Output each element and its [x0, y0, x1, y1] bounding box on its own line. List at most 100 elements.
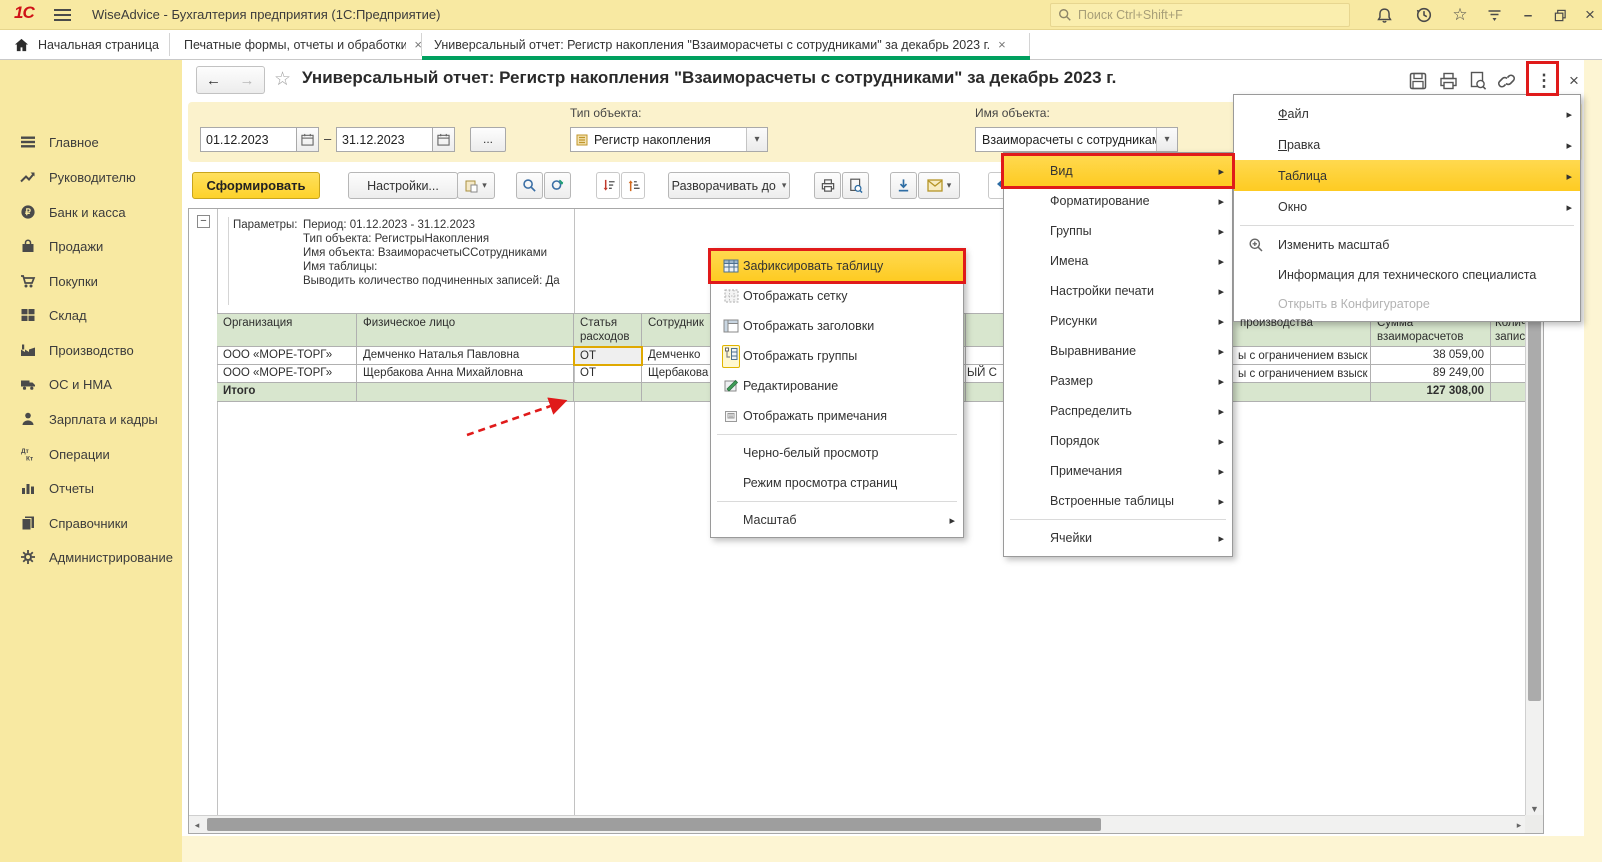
print-preview-icon[interactable]	[1466, 70, 1490, 92]
sidebar-item-salary[interactable]: Зарплата и кадры	[0, 404, 182, 434]
menu-item-show-notes[interactable]: Отображать примечания	[711, 401, 963, 431]
menu-item-show-groups[interactable]: Отображать группы	[711, 341, 963, 371]
menu-item-embedded-tables[interactable]: Встроенные таблицы	[1004, 486, 1232, 516]
more-menu-icon[interactable]	[1532, 70, 1556, 92]
generate-button[interactable]: Сформировать	[192, 172, 320, 199]
horizontal-scrollbar[interactable]: ◂ ▸	[189, 815, 1527, 833]
history-clock-icon[interactable]	[1412, 5, 1436, 25]
menu-item-file[interactable]: Файл	[1234, 98, 1580, 129]
menu-item-tech-info[interactable]: Информация для технического специалиста	[1234, 260, 1580, 289]
find-button[interactable]	[516, 172, 543, 199]
restore-button[interactable]	[1548, 5, 1572, 25]
horizontal-scroll-thumb[interactable]	[207, 818, 1101, 831]
menu-item-show-headers[interactable]: Отображать заголовки	[711, 311, 963, 341]
menu-item-view[interactable]: Вид	[1001, 153, 1235, 189]
settings-button[interactable]: Настройки...	[348, 172, 458, 199]
expand-to-combo[interactable]: Разворачивать до ▾	[668, 172, 790, 199]
scroll-down-icon[interactable]: ▼	[1526, 804, 1543, 814]
send-mail-button[interactable]: ▾	[918, 172, 960, 199]
menu-item-names[interactable]: Имена	[1004, 246, 1232, 276]
object-name-combo[interactable]: Взаиморасчеты с сотрудниками	[975, 127, 1178, 152]
date-from-input[interactable]	[200, 127, 296, 152]
menu-item-distribute[interactable]: Распределить	[1004, 396, 1232, 426]
sidebar-item-fixed-assets[interactable]: ОС и НМА	[0, 369, 182, 399]
menu-item-notes[interactable]: Примечания	[1004, 456, 1232, 486]
cell-hidden-fragment[interactable]: ЫЙ С	[966, 365, 1006, 383]
cell-sum[interactable]: 89 249,00	[1371, 365, 1491, 383]
cell-count[interactable]	[1491, 365, 1527, 383]
menu-item-freeze-table[interactable]: Зафиксировать таблицу	[708, 248, 966, 284]
menu-item-formatting[interactable]: Форматирование	[1004, 186, 1232, 216]
tab-universal-report[interactable]: Универсальный отчет: Регистр накопления …	[422, 30, 1030, 59]
period-variants-button[interactable]: ...	[470, 127, 506, 152]
menu-item-zoom[interactable]: Масштаб	[711, 505, 963, 535]
sort-descending-button[interactable]	[596, 172, 620, 199]
sidebar-item-operations[interactable]: Дт Кт Операции	[0, 439, 182, 469]
global-search[interactable]	[1050, 3, 1350, 27]
menu-item-pictures[interactable]: Рисунки	[1004, 306, 1232, 336]
cell-article[interactable]: ОТ	[574, 365, 642, 383]
calendar-icon[interactable]	[432, 127, 455, 152]
sidebar-item-reports[interactable]: Отчеты	[0, 473, 182, 503]
cell-org[interactable]: ООО «МОРЕ-ТОРГ»	[217, 365, 357, 383]
notifications-bell-icon[interactable]	[1372, 5, 1396, 25]
sidebar-item-main[interactable]: Главное	[0, 127, 182, 157]
collapse-group-icon[interactable]	[197, 215, 210, 228]
favorites-star-icon[interactable]	[1448, 5, 1472, 25]
sidebar-item-warehouse[interactable]: Склад	[0, 300, 182, 330]
menu-item-change-zoom[interactable]: Изменить масштаб	[1234, 229, 1580, 260]
sidebar-item-sales[interactable]: Продажи	[0, 231, 182, 261]
preview-button[interactable]	[842, 172, 869, 199]
cell-person[interactable]: Щербакова Анна Михайловна	[357, 365, 574, 383]
sidebar-item-bank[interactable]: ₽ Банк и касса	[0, 197, 182, 227]
tab-printed-forms[interactable]: Печатные формы, отчеты и обработки	[170, 30, 422, 59]
favorite-star-icon[interactable]	[274, 68, 291, 91]
sidebar-item-directories[interactable]: Справочники	[0, 508, 182, 538]
calendar-icon[interactable]	[296, 127, 319, 152]
menu-item-print-settings[interactable]: Настройки печати	[1004, 276, 1232, 306]
cell-person[interactable]: Демченко Наталья Павловна	[357, 347, 574, 365]
nav-back-button[interactable]: ←	[196, 66, 231, 94]
close-report-icon[interactable]	[1562, 70, 1586, 92]
menu-item-order[interactable]: Порядок	[1004, 426, 1232, 456]
report-variants-button[interactable]: ▾	[457, 172, 495, 199]
sidebar-item-manager[interactable]: Руководителю	[0, 162, 182, 192]
functions-menu-icon[interactable]	[1482, 5, 1506, 25]
scroll-left-icon[interactable]: ◂	[191, 820, 203, 831]
cell-sum[interactable]: 38 059,00	[1371, 347, 1491, 365]
object-type-combo[interactable]: Регистр накопления	[570, 127, 768, 152]
menu-item-alignment[interactable]: Выравнивание	[1004, 336, 1232, 366]
menu-item-edit[interactable]: Правка	[1234, 129, 1580, 160]
export-button[interactable]	[890, 172, 917, 199]
cell-count[interactable]	[1491, 347, 1527, 365]
find-next-button[interactable]	[544, 172, 571, 199]
menu-item-window[interactable]: Окно	[1234, 191, 1580, 222]
minimize-button[interactable]	[1516, 5, 1540, 25]
sort-ascending-button[interactable]	[621, 172, 645, 199]
menu-item-page-view-mode[interactable]: Режим просмотра страниц	[711, 468, 963, 498]
sidebar-item-production[interactable]: Производство	[0, 335, 182, 365]
cell-hidden[interactable]	[966, 347, 1006, 365]
menu-item-cells[interactable]: Ячейки	[1004, 523, 1232, 553]
sidebar-item-purchases[interactable]: Покупки	[0, 266, 182, 296]
dropdown-arrow-icon[interactable]	[746, 128, 767, 151]
menu-item-show-grid[interactable]: Отображать сетку	[711, 281, 963, 311]
save-icon[interactable]	[1406, 70, 1430, 92]
dropdown-arrow-icon[interactable]	[1156, 128, 1177, 151]
search-input[interactable]	[1078, 8, 1349, 22]
menu-item-table[interactable]: Таблица	[1234, 160, 1580, 191]
menu-item-size[interactable]: Размер	[1004, 366, 1232, 396]
print-icon[interactable]	[1436, 70, 1460, 92]
scroll-right-icon[interactable]: ▸	[1513, 820, 1525, 831]
menu-item-groups[interactable]: Группы	[1004, 216, 1232, 246]
date-to-input[interactable]	[336, 127, 432, 152]
close-window-button[interactable]	[1578, 5, 1602, 25]
link-icon[interactable]	[1494, 70, 1518, 92]
vertical-scroll-thumb[interactable]	[1528, 301, 1541, 701]
sidebar-item-administration[interactable]: Администрирование	[0, 542, 182, 572]
tab-home[interactable]: Начальная страница	[0, 30, 170, 59]
print-button[interactable]	[814, 172, 841, 199]
nav-forward-button[interactable]: →	[230, 66, 265, 94]
hamburger-menu-icon[interactable]	[54, 9, 71, 21]
menu-item-editing[interactable]: Редактирование	[711, 371, 963, 401]
